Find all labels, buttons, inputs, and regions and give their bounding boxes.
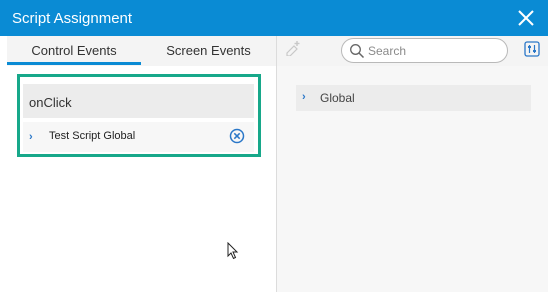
search-icon [350,44,365,59]
settings-icon[interactable] [524,41,540,57]
selected-tab-indicator [7,62,141,65]
chevron-right-icon[interactable]: › [302,91,306,103]
search-input[interactable] [368,43,498,59]
assigned-script-label: Test Script Global [49,130,136,142]
close-icon[interactable] [516,8,536,28]
scripts-panel [277,36,548,292]
event-tabs: Control Events Screen Events [7,36,276,66]
event-header: onClick [23,84,254,118]
remove-circle-icon[interactable] [229,128,245,144]
assigned-script-row[interactable]: › Test Script Global [23,122,254,152]
add-script-icon[interactable] [285,40,301,56]
tree-item-global[interactable]: › Global [296,85,531,111]
script-assignment-dialog: Script Assignment Control Events Screen … [0,0,548,292]
dialog-title: Script Assignment [12,10,133,27]
title-bar: Script Assignment [0,0,548,36]
search-field[interactable] [341,38,508,63]
tree-item-label: Global [320,91,355,105]
chevron-right-icon[interactable]: › [29,131,33,143]
tab-screen-events[interactable]: Screen Events [141,36,276,66]
mouse-pointer-icon [227,242,239,260]
event-label: onClick [29,95,72,110]
